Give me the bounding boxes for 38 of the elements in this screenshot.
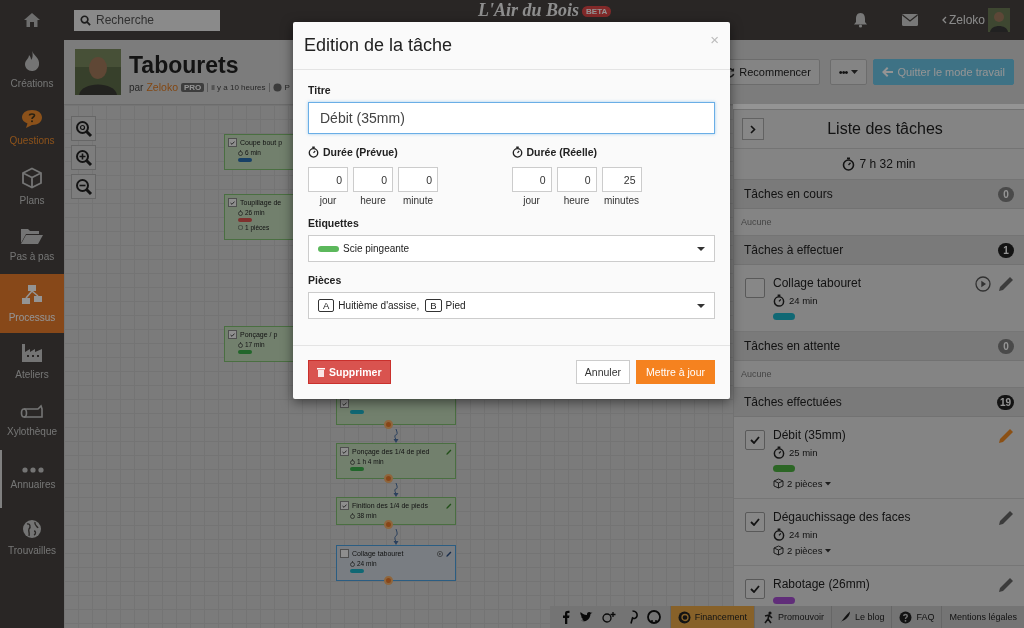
total-duration: 7 h 32 min — [859, 157, 916, 171]
count-badge: 19 — [996, 394, 1014, 410]
piece-key: A — [318, 299, 335, 312]
field-label: Pièces — [308, 274, 343, 286]
panel-title: Liste des tâches — [826, 120, 944, 138]
piece-name: Pied — [445, 300, 466, 311]
section-title: Tâches effectuées — [744, 395, 842, 409]
task-title: Dégauchissage des faces — [773, 510, 912, 524]
field-label: Etiquettes — [308, 217, 360, 229]
unit-label: jour — [523, 195, 540, 206]
section-title: Tâches en cours — [744, 187, 833, 201]
task-duration: 24 min — [789, 529, 818, 540]
field-label: Durée (Prévue) — [323, 146, 398, 158]
piece-name: Huitième d'assise, — [338, 300, 420, 311]
beta-badge: BETA — [582, 6, 612, 17]
author-prefix: par — [129, 81, 144, 93]
section-title: Tâches à effectuer — [744, 243, 844, 257]
pro-badge: PRO — [180, 82, 205, 92]
task-title: Collage tabouret — [773, 276, 863, 290]
project-title: Tabourets — [129, 51, 240, 79]
section-title: Tâches en attente — [744, 339, 841, 353]
unit-label: jour — [319, 195, 337, 206]
task-title: Débit (35mm) — [773, 428, 847, 442]
unit-label: heure — [563, 195, 590, 206]
dialog-title: Edition de la tâche — [304, 35, 453, 56]
task-duration: 25 min — [789, 447, 818, 458]
unit-label: heure — [360, 195, 386, 206]
count-badge: 0 — [998, 186, 1014, 202]
field-label: Durée (Réelle) — [526, 146, 598, 158]
task-title: Rabotage (26mm) — [773, 577, 871, 591]
visibility-label: P — [284, 82, 290, 92]
task-duration: 24 min — [789, 295, 818, 306]
field-label: Titre — [308, 84, 332, 96]
piece-key: B — [425, 299, 442, 312]
unit-label: minutes — [604, 195, 639, 206]
count-badge: 0 — [998, 338, 1014, 354]
count-badge: 1 — [998, 242, 1014, 258]
unit-label: minute — [403, 195, 433, 206]
